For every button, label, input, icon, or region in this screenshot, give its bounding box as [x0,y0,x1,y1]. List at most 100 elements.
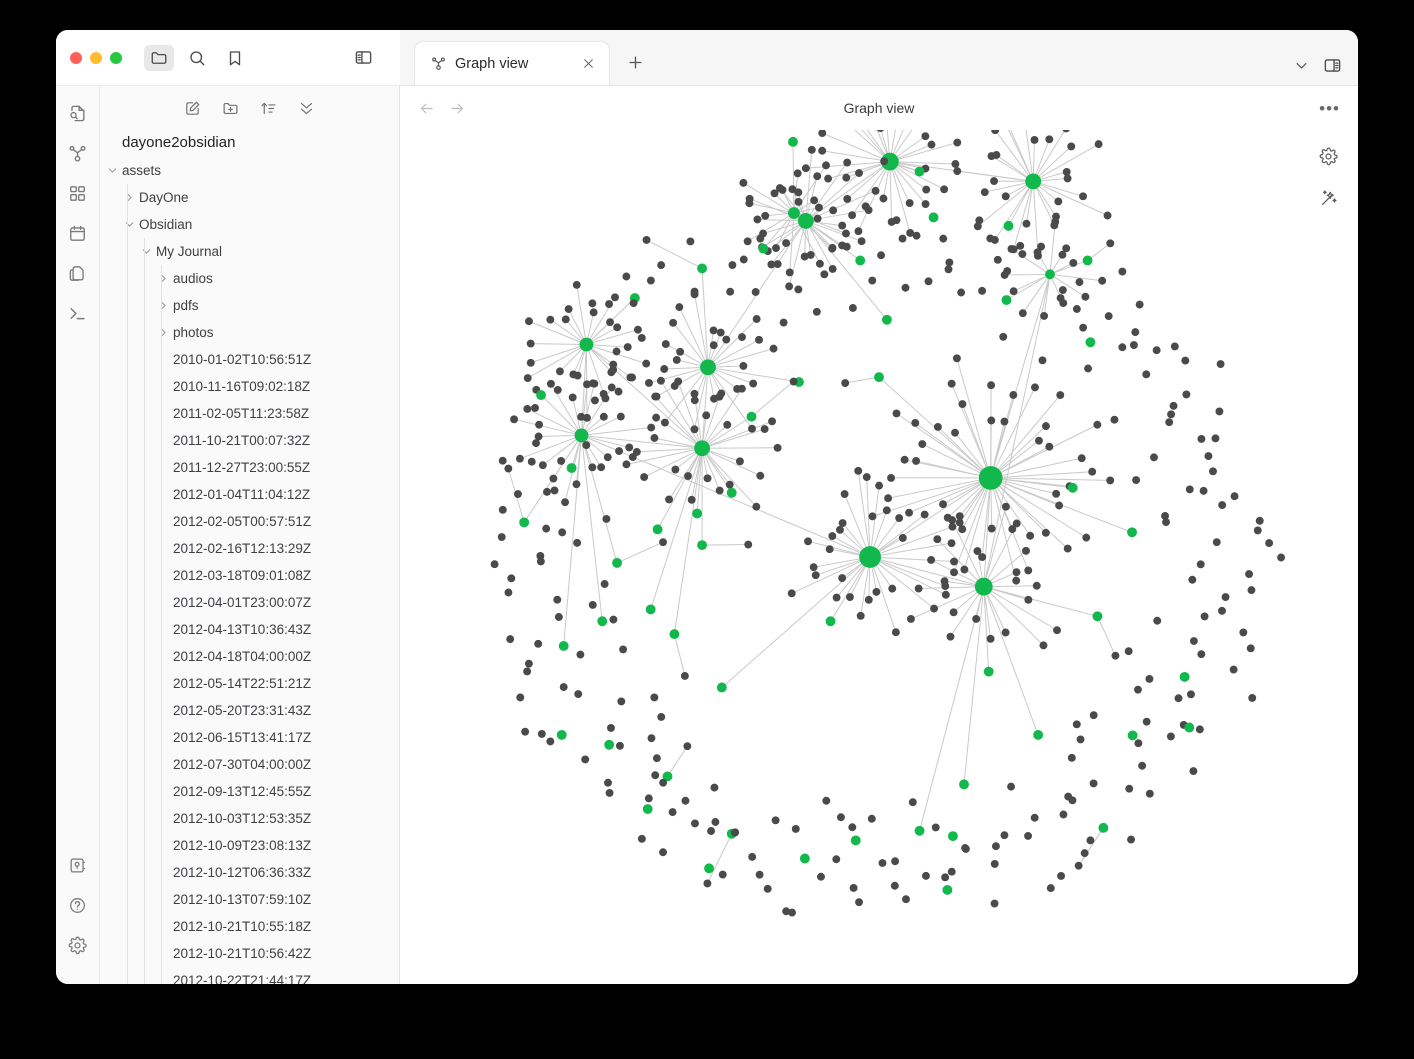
graph-node-leaf[interactable] [561,498,570,507]
graph-node-leaf[interactable] [888,584,897,593]
graph-node-leaf[interactable] [628,453,637,462]
graph-node-leaf[interactable] [1106,239,1115,248]
new-folder-icon[interactable] [221,98,241,118]
graph-node-leaf[interactable] [921,871,930,880]
graph-node-leaf[interactable] [574,690,583,699]
graph-node-leaf[interactable] [882,506,891,515]
graph-node-leaf[interactable] [1081,292,1090,301]
graph-node-leaf[interactable] [1064,792,1073,801]
graph-node-leaf[interactable] [615,741,624,750]
tree-file-row[interactable]: 2012-10-03T12:53:35Z [100,805,399,832]
graph-node-leaf[interactable] [739,178,748,187]
graph-node-leaf[interactable] [1131,328,1140,337]
graph-node-leaf[interactable] [840,490,849,498]
graph-node-leaf[interactable] [818,146,827,155]
graph-node-leaf[interactable] [927,140,936,149]
graph-node-leaf[interactable] [660,418,669,427]
graph-node-leaf[interactable] [637,834,646,843]
graph-node-hub[interactable] [642,804,653,814]
graph-node-leaf[interactable] [619,645,628,654]
tree-file-row[interactable]: 2012-10-12T06:36:33Z [100,859,399,886]
graph-node-leaf[interactable] [1016,241,1025,250]
graph-node-leaf[interactable] [606,723,615,732]
graph-node-leaf[interactable] [773,260,782,268]
graph-node-leaf[interactable] [849,883,858,892]
graph-node-hub[interactable] [519,517,530,528]
graph-node-leaf[interactable] [961,844,970,852]
graph-node-leaf[interactable] [891,628,900,637]
settings-gear-icon[interactable] [1316,144,1340,168]
graph-node-leaf[interactable] [1204,452,1213,461]
graph-node-leaf[interactable] [553,595,562,604]
graph-node-hub[interactable] [1067,482,1078,493]
graph-node-hub[interactable] [716,682,727,693]
graph-node-leaf[interactable] [794,188,803,197]
graph-node-leaf[interactable] [1012,568,1021,577]
graph-node-leaf[interactable] [855,169,863,178]
graph-node-leaf[interactable] [1084,364,1093,373]
graph-node-leaf[interactable] [1077,454,1086,463]
graph-node-leaf[interactable] [887,473,896,482]
graph-node-leaf[interactable] [890,881,899,890]
tree-folder-row[interactable]: assets [100,157,399,184]
graph-node-leaf[interactable] [931,823,940,832]
graph-node-leaf[interactable] [1001,628,1010,637]
graph-node-leaf[interactable] [1072,305,1081,313]
graph-node-leaf[interactable] [1218,606,1226,615]
back-arrow-icon[interactable] [418,100,435,117]
graph-node-leaf[interactable] [731,828,740,837]
graph-node-hub[interactable] [697,263,708,274]
graph-node-leaf[interactable] [1212,538,1221,547]
tree-file-row[interactable]: 2012-05-14T22:51:21Z [100,670,399,697]
graph-node-leaf[interactable] [506,635,515,644]
graph-node-leaf[interactable] [958,525,967,534]
graph-node-leaf[interactable] [672,355,681,364]
graph-node-leaf[interactable] [687,495,696,504]
graph-node-hub[interactable] [1045,269,1055,280]
graph-node-leaf[interactable] [1182,390,1191,399]
graph-node-leaf[interactable] [1239,628,1248,637]
new-note-icon[interactable] [183,98,203,118]
graph-node-leaf[interactable] [751,288,760,296]
file-tree[interactable]: assets DayOne Obsidian My Journal audios pdfs… [100,157,399,984]
graph-icon[interactable] [63,138,93,168]
graph-node-leaf[interactable] [555,367,564,376]
graph-node-leaf[interactable] [1056,391,1065,400]
graph-node-leaf[interactable] [516,693,525,702]
graph-node-leaf[interactable] [523,404,532,413]
graph-node-leaf[interactable] [812,307,821,316]
graph-node-leaf[interactable] [1039,641,1048,650]
graph-node-leaf[interactable] [1037,242,1046,251]
graph-node-leaf[interactable] [647,734,656,743]
graph-node-leaf[interactable] [735,457,744,466]
graph-node-leaf[interactable] [1067,753,1076,762]
graph-node-leaf[interactable] [1181,356,1190,365]
graph-node-leaf[interactable] [1041,528,1050,537]
graph-node-leaf[interactable] [756,234,765,243]
graph-node-leaf[interactable] [1000,417,1009,426]
graph-node-leaf[interactable] [990,899,999,908]
graph-node-leaf[interactable] [659,848,667,857]
graph-node-leaf[interactable] [642,359,651,368]
graph-node-leaf[interactable] [629,299,638,308]
graph-node-leaf[interactable] [553,386,562,394]
graph-node-leaf[interactable] [842,173,851,182]
graph-node-leaf[interactable] [987,416,996,425]
graph-node-leaf[interactable] [709,341,718,350]
graph-node-leaf[interactable] [524,659,533,668]
graph-node-leaf[interactable] [993,255,1002,264]
graph-node-hub[interactable] [704,863,715,874]
graph-node-leaf[interactable] [1045,442,1054,451]
graph-node-leaf[interactable] [753,215,762,224]
graph-node-leaf[interactable] [793,169,802,178]
graph-node-leaf[interactable] [1248,693,1257,702]
graph-node-leaf[interactable] [1174,694,1183,703]
graph-node-leaf[interactable] [804,537,812,546]
graph-node-leaf[interactable] [748,424,756,433]
graph-node-leaf[interactable] [756,471,765,480]
graph-node-leaf[interactable] [789,377,798,386]
graph-node-leaf[interactable] [680,671,689,680]
graph-node-leaf[interactable] [905,199,914,207]
graph-node-leaf[interactable] [880,157,889,166]
graph-node-leaf[interactable] [1076,735,1085,744]
